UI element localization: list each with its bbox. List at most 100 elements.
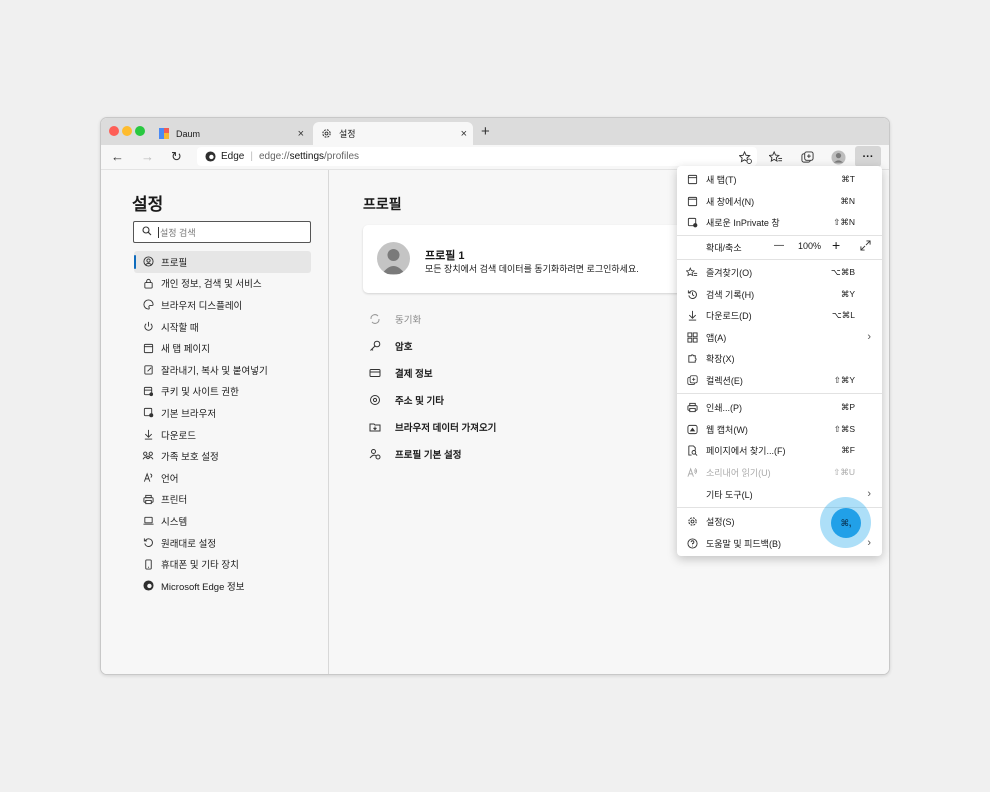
search-input[interactable]: 설정 검색 — [133, 221, 311, 243]
zoom-out-button[interactable]: — — [774, 240, 784, 251]
menu-item-inprivate[interactable]: 새로운 InPrivate 창 ⇧⌘N — [677, 212, 882, 232]
tab-strip: Daum × 설정 × + — [101, 118, 889, 145]
sidebar-item-newtab[interactable]: 새 탭 페이지 — [134, 337, 311, 359]
sidebar-item-label: Microsoft Edge 정보 — [161, 581, 245, 593]
menu-item-label: 인쇄...(P) — [706, 402, 743, 413]
daum-favicon-icon — [158, 128, 169, 139]
key-icon — [369, 340, 381, 352]
sidebar-item-cookies[interactable]: 쿠키 및 사이트 권한 — [134, 381, 311, 403]
menu-item-print[interactable]: 인쇄...(P) ⌘P — [677, 397, 882, 417]
refresh-icon[interactable]: ↻ — [171, 149, 182, 165]
fullscreen-icon[interactable] — [860, 240, 871, 253]
sidebar-item-label: 프린터 — [161, 495, 188, 507]
menu-item-history[interactable]: 검색 기록(H) ⌘Y — [677, 284, 882, 304]
sidebar-item-label: 시작할 때 — [161, 322, 199, 334]
tab-close-icon[interactable]: × — [461, 128, 467, 140]
tab-label: Daum — [176, 128, 201, 139]
url-suffix: /profiles — [324, 151, 360, 162]
import-row[interactable]: 브라우저 데이터 가져오기 — [369, 413, 496, 440]
sidebar-item-system[interactable]: 시스템 — [134, 510, 311, 532]
row-label: 동기화 — [395, 314, 422, 326]
tab-settings[interactable]: 설정 × — [313, 122, 473, 145]
window-icon — [686, 195, 698, 207]
profile-description: 모든 장치에서 검색 데이터를 동기화하려면 로그인하세요. — [425, 264, 639, 274]
profile-preferences-row[interactable]: 프로필 기본 설정 — [369, 440, 496, 467]
menu-item-label: 새 탭(T) — [706, 174, 737, 185]
sidebar-item-label: 시스템 — [161, 516, 188, 528]
import-icon — [369, 421, 381, 433]
zoom-level: 100% — [798, 241, 822, 251]
menu-shortcut: ⌘F — [841, 444, 855, 455]
tab-daum[interactable]: Daum × — [150, 122, 310, 145]
power-icon — [142, 321, 154, 333]
menu-item-find[interactable]: 페이지에서 찾기...(F) ⌘F — [677, 440, 882, 460]
menu-item-read-aloud[interactable]: 소리내어 읽기(U) ⇧⌘U — [677, 462, 882, 482]
sidebar-item-profile[interactable]: 프로필 — [134, 251, 311, 273]
favorites-icon[interactable] — [768, 149, 784, 165]
menu-item-collections[interactable]: 컬렉션(E) ⇧⌘Y — [677, 370, 882, 390]
new-tab-button[interactable]: + — [481, 123, 490, 140]
minimize-window-button[interactable] — [122, 126, 132, 136]
close-window-button[interactable] — [109, 126, 119, 136]
payment-row[interactable]: 결제 정보 — [369, 359, 496, 386]
blank-icon — [686, 488, 698, 500]
tab-close-icon[interactable]: × — [298, 128, 304, 140]
forward-arrow-icon[interactable]: → — [141, 149, 154, 164]
menu-shortcut: ⌥⌘B — [831, 266, 855, 277]
sidebar-item-share[interactable]: 잘라내기, 복사 및 붙여넣기 — [134, 359, 311, 381]
tab-label: 설정 — [339, 129, 356, 139]
address-bar[interactable]: Edge | edge://settings/profiles — [197, 147, 757, 166]
row-label: 프로필 기본 설정 — [395, 450, 462, 462]
card-icon — [369, 367, 381, 379]
back-arrow-icon[interactable]: ← — [111, 149, 124, 164]
sidebar-item-reset[interactable]: 원래대로 설정 — [134, 532, 311, 554]
row-label: 주소 및 기타 — [395, 395, 444, 407]
sync-row[interactable]: 동기화 — [369, 305, 496, 332]
sidebar-item-downloads[interactable]: 다운로드 — [134, 424, 311, 446]
menu-item-new-tab[interactable]: 새 탭(T) ⌘T — [677, 169, 882, 189]
collections-icon[interactable] — [799, 149, 815, 165]
sidebar-item-label: 쿠키 및 사이트 권한 — [161, 387, 239, 399]
menu-item-downloads[interactable]: 다운로드(D) ⌥⌘L — [677, 305, 882, 325]
more-options-button[interactable]: ··· — [855, 146, 881, 167]
gear-icon — [321, 128, 332, 139]
menu-item-apps[interactable]: 앱(A) › — [677, 327, 882, 347]
sidebar-item-appearance[interactable]: 브라우저 디스플레이 — [134, 294, 311, 316]
address-row[interactable]: 주소 및 기타 — [369, 386, 496, 413]
menu-item-label: 컬렉션(E) — [706, 375, 743, 386]
sidebar-item-privacy[interactable]: 개인 정보, 검색 및 서비스 — [134, 273, 311, 295]
passwords-row[interactable]: 암호 — [369, 332, 496, 359]
menu-shortcut: ⇧⌘Y — [833, 374, 855, 385]
sidebar-item-default-browser[interactable]: 기본 브라우저 — [134, 402, 311, 424]
menu-item-label: 새 창에서(N) — [706, 196, 755, 207]
menu-item-web-capture[interactable]: 웹 캡처(W) ⇧⌘S — [677, 419, 882, 439]
menu-item-extensions[interactable]: 확장(X) — [677, 348, 882, 368]
zoom-in-button[interactable]: + — [832, 237, 840, 253]
sidebar-item-label: 기본 브라우저 — [161, 408, 217, 420]
sidebar-item-label: 개인 정보, 검색 및 서비스 — [161, 279, 262, 291]
menu-item-label: 검색 기록(H) — [706, 289, 755, 300]
sidebar-item-about[interactable]: Microsoft Edge 정보 — [134, 575, 311, 597]
search-icon — [142, 226, 152, 238]
sidebar-item-startup[interactable]: 시작할 때 — [134, 316, 311, 338]
add-favorite-icon[interactable] — [737, 149, 753, 165]
extensions-icon — [686, 352, 698, 364]
menu-item-new-window[interactable]: 새 창에서(N) ⌘N — [677, 191, 882, 211]
sidebar-title: 설정 — [132, 195, 164, 214]
menu-item-favorites[interactable]: 즐겨찾기(O) ⌥⌘B — [677, 262, 882, 282]
avatar[interactable] — [830, 149, 846, 165]
menu-shortcut: ⇧⌘S — [833, 423, 855, 434]
profile-settings-list: 동기화 암호 결제 정보 주소 및 기타 브라우저 데이터 가져오기 프로필 기… — [369, 305, 496, 468]
sidebar-item-devices[interactable]: 휴대폰 및 기타 장치 — [134, 553, 311, 575]
zoom-label: 확대/축소 — [706, 243, 742, 253]
sidebar-item-family[interactable]: 가족 보호 설정 — [134, 445, 311, 467]
sidebar-nav: 프로필 개인 정보, 검색 및 서비스 브라우저 디스플레이 시작할 때 새 탭… — [134, 251, 311, 597]
menu-item-label: 확장(X) — [706, 353, 735, 364]
page-title: 프로필 — [363, 196, 402, 212]
profile-icon — [142, 256, 154, 268]
settings-shortcut-highlight[interactable]: ⌘, — [831, 508, 861, 538]
language-icon — [142, 472, 154, 484]
maximize-window-button[interactable] — [135, 126, 145, 136]
sidebar-item-printers[interactable]: 프린터 — [134, 489, 311, 511]
sidebar-item-languages[interactable]: 언어 — [134, 467, 311, 489]
